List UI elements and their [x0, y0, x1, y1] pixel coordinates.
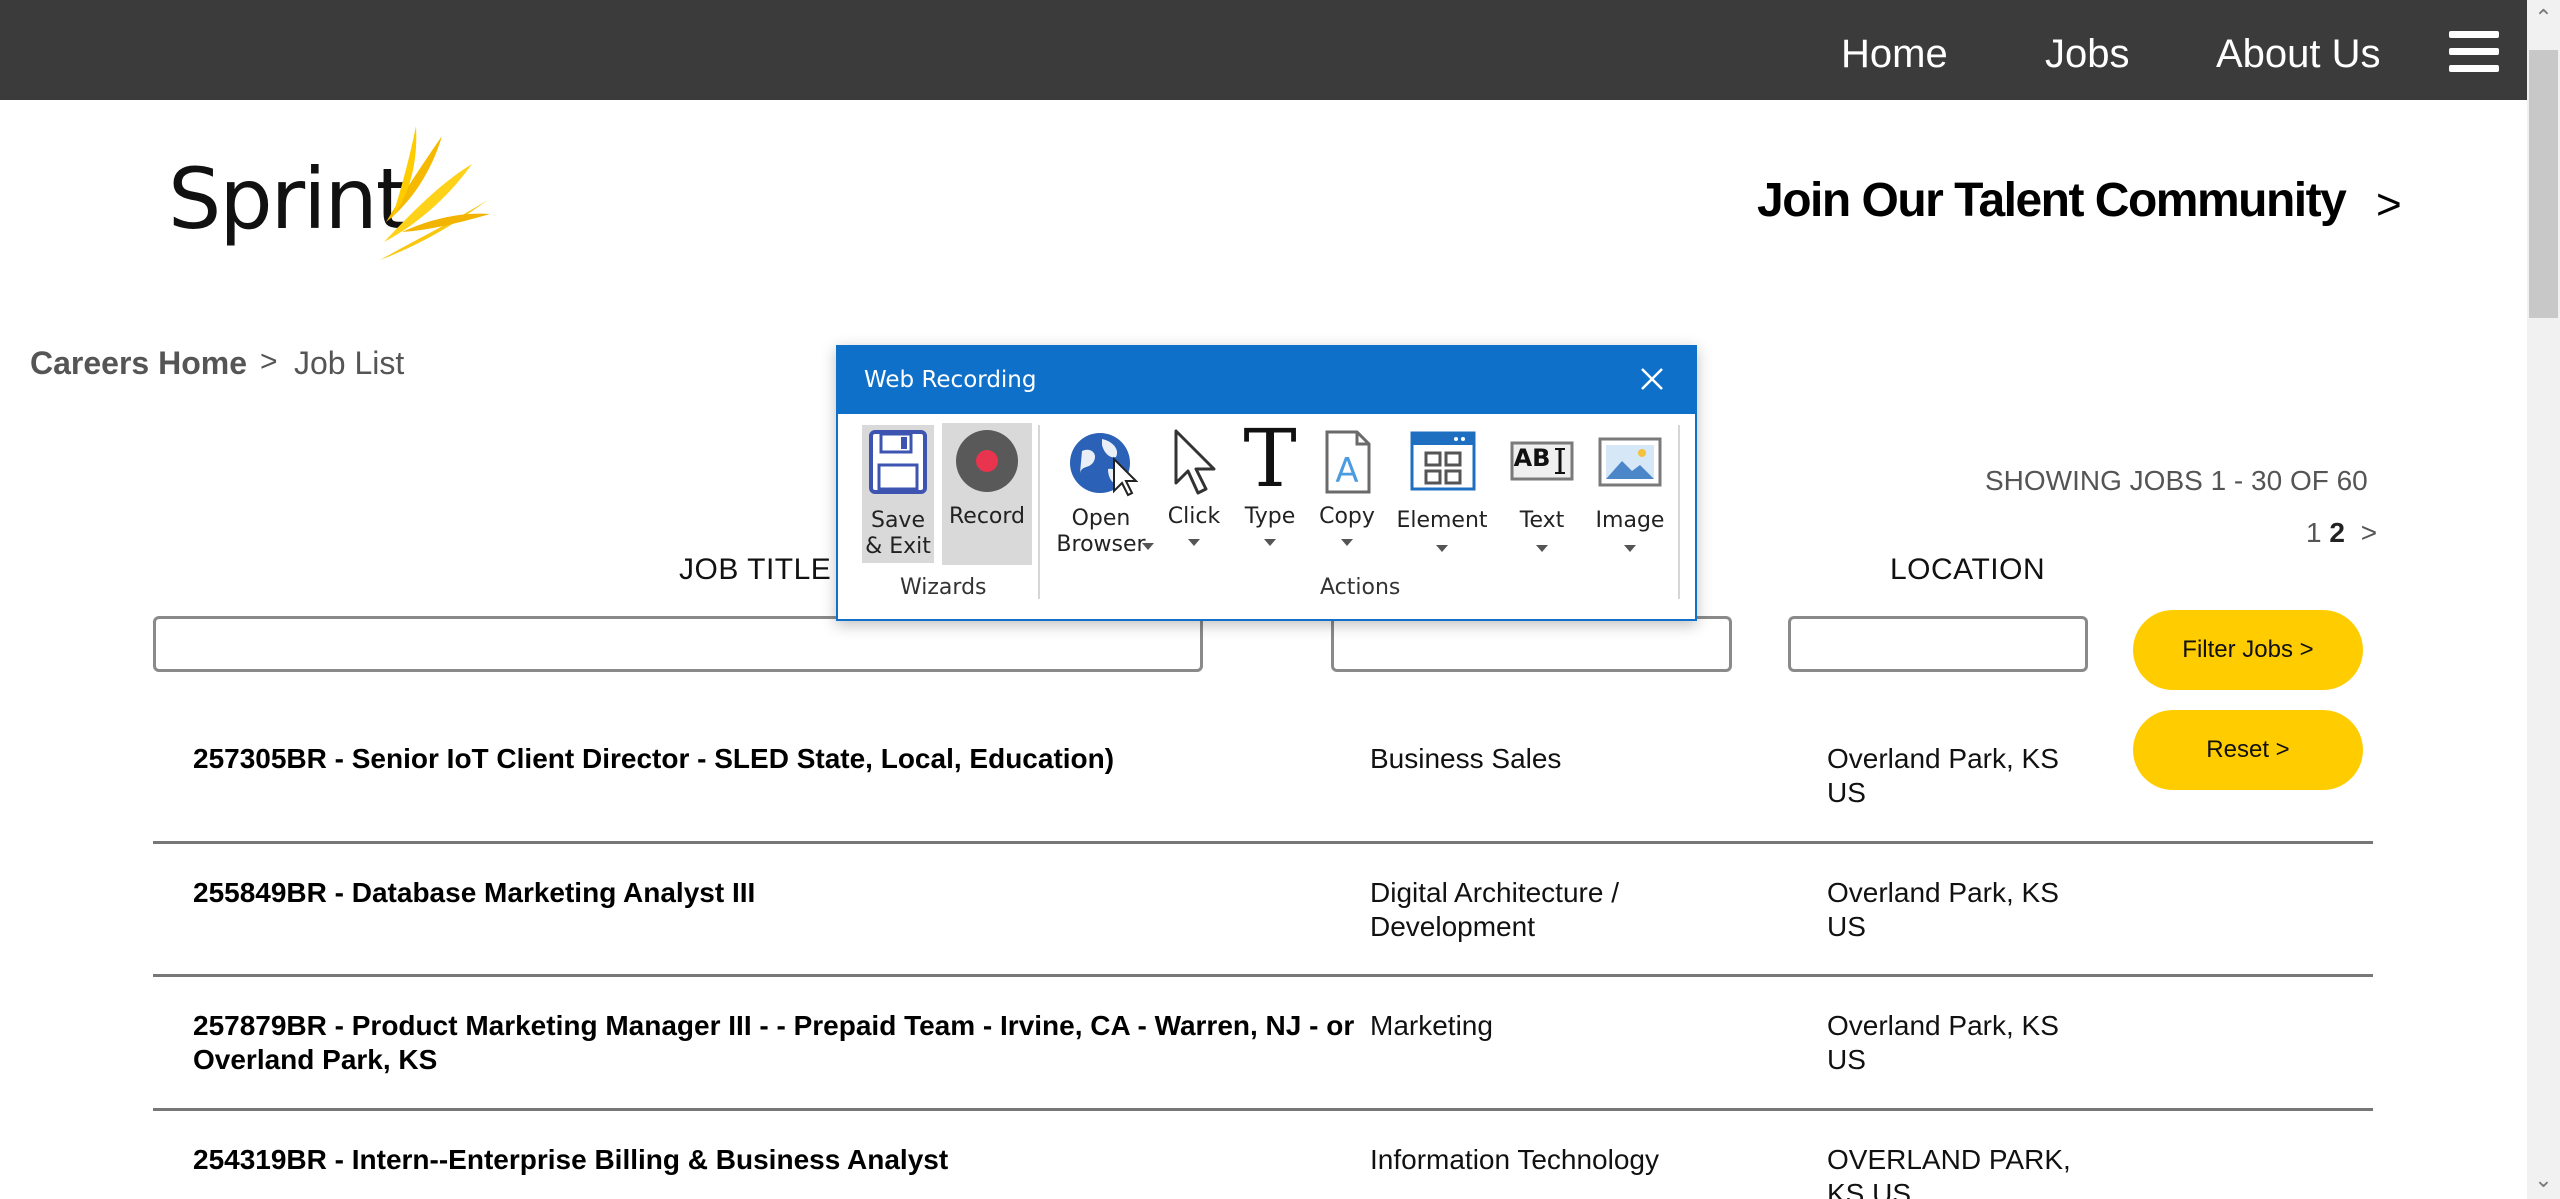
- job-row: 255849BR - Database Marketing Analyst II…: [153, 876, 2373, 977]
- job-location: OVERLAND PARK, KS US: [1827, 1143, 2107, 1199]
- group-divider: [1038, 425, 1040, 599]
- element-button[interactable]: Element: [1390, 425, 1494, 565]
- scroll-down-arrow-icon[interactable]: ⌄: [2530, 1166, 2557, 1193]
- job-title-link[interactable]: 257879BR - Product Marketing Manager III…: [193, 1009, 1423, 1077]
- dialog-title: Web Recording: [864, 367, 1037, 393]
- cursor-arrow-icon: [1174, 429, 1216, 495]
- text-label: Text: [1519, 508, 1565, 533]
- image-picture-icon: [1598, 437, 1662, 487]
- job-location-line2: KS US: [1827, 1178, 1912, 1199]
- element-dropdown-icon[interactable]: [1436, 545, 1448, 552]
- close-icon[interactable]: [1634, 361, 1670, 397]
- job-title-header: JOB TITLE: [679, 553, 832, 586]
- save-exit-button[interactable]: Save & Exit: [862, 425, 934, 563]
- web-recording-dialog: Web Recording Save & Exit Record Wizards: [836, 345, 1697, 621]
- job-location-line1: OVERLAND PARK,: [1827, 1144, 2071, 1175]
- job-category: Business Sales: [1370, 743, 1562, 774]
- type-button[interactable]: T Type: [1236, 417, 1304, 565]
- text-dropdown-icon[interactable]: [1536, 545, 1548, 552]
- job-location: Overland Park, KS US: [1827, 876, 2107, 944]
- sprint-logo-wings-icon: [380, 126, 490, 260]
- type-dropdown-icon[interactable]: [1264, 539, 1276, 546]
- row-divider: [153, 1108, 2373, 1111]
- row-divider: [153, 841, 2373, 844]
- page-1-link[interactable]: 1: [2306, 517, 2322, 548]
- job-row: 254319BR - Intern--Enterprise Billing & …: [153, 1143, 2373, 1199]
- group-divider-right: [1678, 425, 1680, 599]
- job-row: 257879BR - Product Marketing Manager III…: [153, 1009, 2373, 1111]
- scrollbar-thumb[interactable]: [2529, 50, 2558, 318]
- copy-label: Copy: [1319, 504, 1375, 529]
- wizards-group-label: Wizards: [900, 575, 987, 600]
- job-row: 257305BR - Senior IoT Client Director - …: [153, 742, 2373, 844]
- click-label: Click: [1167, 504, 1221, 529]
- next-page-icon[interactable]: >: [2361, 517, 2377, 548]
- sprint-logo-text[interactable]: Sprint: [168, 150, 409, 248]
- save-floppy-icon: [869, 430, 927, 494]
- record-button[interactable]: Record: [942, 423, 1032, 565]
- job-title-filter-input[interactable]: [153, 616, 1203, 672]
- job-location-line2: US: [1827, 911, 1866, 942]
- nav-home-link[interactable]: Home: [1841, 32, 1948, 77]
- scroll-up-arrow-icon[interactable]: ⌃: [2530, 4, 2557, 31]
- image-button[interactable]: Image: [1590, 425, 1670, 565]
- open-browser-button[interactable]: Open Browser: [1048, 425, 1154, 565]
- record-label: Record: [948, 504, 1025, 529]
- breadcrumb-careers-home[interactable]: Careers Home: [30, 345, 247, 382]
- element-grid-icon: [1410, 431, 1476, 491]
- job-category: Information Technology: [1370, 1144, 1659, 1175]
- job-location: Overland Park, KS US: [1827, 1009, 2107, 1077]
- pagination: 1 2 >: [2306, 517, 2377, 549]
- job-location-line2: US: [1827, 1044, 1866, 1075]
- open-browser-dropdown-icon[interactable]: [1142, 543, 1154, 550]
- record-icon: [956, 430, 1018, 492]
- nav-jobs-link[interactable]: Jobs: [2045, 32, 2130, 77]
- text-button[interactable]: AB Text: [1502, 425, 1582, 565]
- copy-dropdown-icon[interactable]: [1341, 539, 1353, 546]
- open-browser-label-2: Browser: [1056, 532, 1146, 557]
- copy-a-glyph: A: [1335, 451, 1359, 491]
- breadcrumb-current: Job List: [294, 345, 405, 381]
- save-exit-label-2: & Exit: [865, 534, 931, 559]
- location-header: LOCATION: [1890, 553, 2046, 586]
- location-filter-input[interactable]: [1788, 616, 2088, 672]
- job-title-link[interactable]: 257305BR - Senior IoT Client Director - …: [193, 742, 1423, 776]
- page-2-current[interactable]: 2: [2329, 517, 2345, 548]
- nav-about-us-link[interactable]: About Us: [2216, 32, 2381, 77]
- breadcrumb-separator: >: [260, 345, 278, 378]
- job-title-link[interactable]: 255849BR - Database Marketing Analyst II…: [193, 876, 1423, 910]
- save-exit-label-1: Save: [870, 508, 925, 533]
- category-filter-input[interactable]: [1331, 616, 1732, 672]
- globe-icon: [1070, 433, 1139, 497]
- click-dropdown-icon[interactable]: [1188, 539, 1200, 546]
- image-label: Image: [1595, 508, 1665, 533]
- element-label: Element: [1396, 508, 1488, 533]
- results-count: SHOWING JOBS 1 - 30 OF 60: [1985, 465, 2368, 496]
- hamburger-menu-icon[interactable]: [2449, 31, 2499, 73]
- top-nav-bar: [0, 0, 2527, 100]
- job-location-line1: Overland Park, KS: [1827, 1010, 2059, 1041]
- click-button[interactable]: Click: [1160, 425, 1228, 565]
- job-location-line1: Overland Park, KS: [1827, 877, 2059, 908]
- job-location-line1: Overland Park, KS: [1827, 743, 2059, 774]
- type-t-icon: T: [1243, 412, 1297, 505]
- join-chevron-icon: >: [2376, 180, 2402, 229]
- job-location: Overland Park, KS US: [1827, 742, 2107, 810]
- actions-group-label: Actions: [1320, 575, 1401, 600]
- image-dropdown-icon[interactable]: [1624, 545, 1636, 552]
- job-title-link[interactable]: 254319BR - Intern--Enterprise Billing & …: [193, 1143, 1423, 1177]
- row-divider: [153, 974, 2373, 977]
- job-location-line2: US: [1827, 777, 1866, 808]
- copy-button[interactable]: A Copy: [1312, 425, 1382, 565]
- job-category: Digital Architecture / Development: [1370, 877, 1619, 942]
- text-ab-glyph: AB: [1513, 444, 1551, 472]
- filter-jobs-button[interactable]: Filter Jobs >: [2133, 610, 2363, 690]
- join-talent-community-link[interactable]: Join Our Talent Community: [1757, 173, 2347, 228]
- open-browser-label-1: Open: [1071, 506, 1131, 531]
- type-label: Type: [1244, 504, 1296, 529]
- job-category: Marketing: [1370, 1010, 1493, 1041]
